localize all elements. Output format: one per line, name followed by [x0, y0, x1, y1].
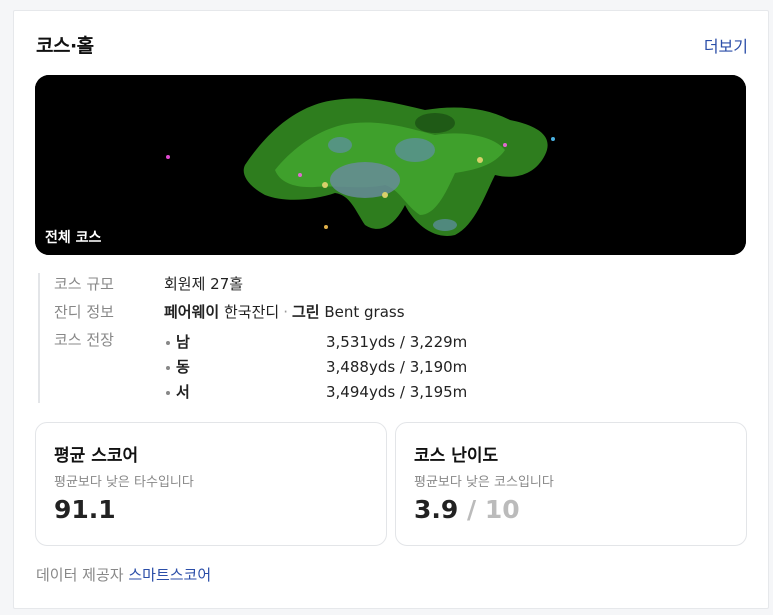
- course-name: 동: [176, 358, 190, 376]
- turf-info-row: 잔디 정보 페어웨이 한국잔디 · 그린 Bent grass: [54, 301, 405, 322]
- course-name: 남: [176, 333, 190, 351]
- course-hole-card: 코스·홀 더보기 전체 코스 코스 규모 회원제 27홀 잔디 정보 페어웨이 …: [13, 10, 769, 609]
- fairway-value: 한국잔디: [223, 303, 280, 321]
- bullet-icon: [166, 365, 170, 370]
- map-label: 전체 코스: [45, 230, 102, 246]
- length-item: 남 3,531yds / 3,229m: [166, 331, 467, 352]
- course-length: 3,488yds / 3,190m: [326, 358, 468, 376]
- course-length-row: 코스 전장: [54, 329, 164, 350]
- bullet-icon: [166, 390, 170, 395]
- difficulty-value: 3.9: [414, 495, 459, 524]
- course-map-image: [35, 75, 746, 255]
- length-item: 동 3,488yds / 3,190m: [166, 356, 467, 377]
- green-label: 그린: [291, 303, 320, 321]
- provider-label: 데이터 제공자: [36, 566, 124, 584]
- section-title: 코스·홀: [36, 35, 94, 57]
- difficulty-title: 코스 난이도: [414, 446, 499, 466]
- turf-info-key: 잔디 정보: [54, 303, 114, 321]
- avg-score-title: 평균 스코어: [54, 446, 139, 466]
- course-length: 3,494yds / 3,195m: [326, 383, 468, 401]
- course-length-key: 코스 전장: [54, 331, 114, 349]
- provider-link[interactable]: 스마트스코어: [128, 566, 211, 584]
- difficulty-card[interactable]: 코스 난이도 평균보다 낮은 코스입니다 3.9 / 10: [395, 422, 747, 546]
- course-info: 코스 규모 회원제 27홀 잔디 정보 페어웨이 한국잔디 · 그린 Bent gras…: [38, 273, 560, 403]
- avg-score-card[interactable]: 평균 스코어 평균보다 낮은 타수입니다 91.1: [35, 422, 387, 546]
- data-provider: 데이터 제공자 스마트스코어: [36, 564, 211, 585]
- course-scale-row: 코스 규모 회원제 27홀: [54, 273, 243, 294]
- green-value: Bent grass: [324, 303, 405, 321]
- difficulty-value-wrap: 3.9 / 10: [414, 495, 520, 524]
- avg-score-value: 91.1: [54, 495, 116, 524]
- course-scale-key: 코스 규모: [54, 275, 114, 293]
- length-item: 서 3,494yds / 3,195m: [166, 381, 467, 402]
- avg-score-sub: 평균보다 낮은 타수입니다: [54, 475, 194, 490]
- more-link[interactable]: 더보기: [704, 33, 748, 57]
- fairway-label: 페어웨이: [164, 303, 220, 321]
- course-name: 서: [176, 383, 190, 401]
- course-map[interactable]: 전체 코스: [35, 75, 746, 255]
- bullet-icon: [166, 340, 170, 345]
- difficulty-sub: 평균보다 낮은 코스입니다: [414, 475, 554, 490]
- course-length: 3,531yds / 3,229m: [326, 333, 468, 351]
- difficulty-max: / 10: [467, 495, 520, 524]
- course-scale-value: 회원제 27홀: [164, 275, 244, 293]
- separator: ·: [283, 303, 288, 321]
